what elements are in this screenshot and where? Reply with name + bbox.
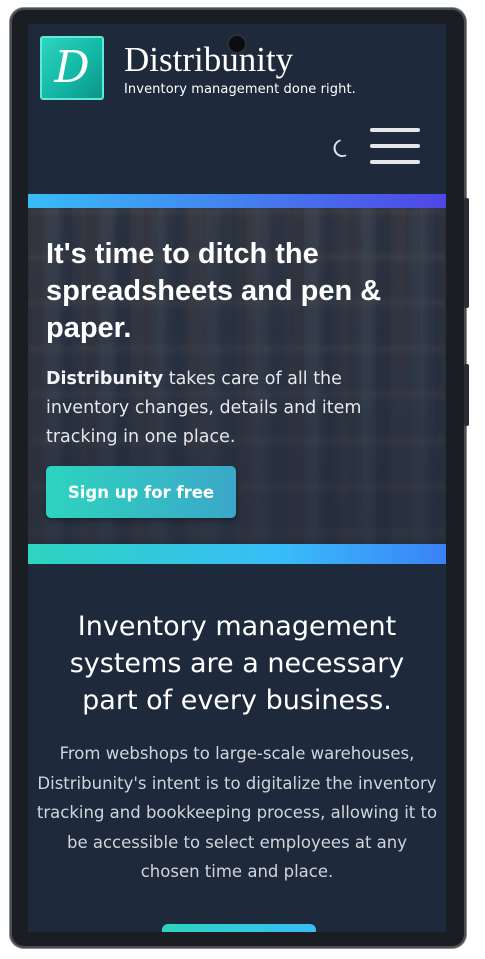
brand-name[interactable]: Distribunity: [124, 40, 293, 80]
screen: D Distribunity Inventory management done…: [28, 24, 446, 932]
logo[interactable]: D: [40, 36, 104, 100]
info-description: From webshops to large-scale warehouses,…: [36, 744, 438, 881]
hero-content: It's time to ditch the spreadsheets and …: [46, 236, 430, 452]
logo-letter: D: [54, 42, 90, 93]
hero-section: It's time to ditch the spreadsheets and …: [28, 208, 446, 544]
info-title: Inventory management systems are a neces…: [69, 611, 405, 716]
brand-tagline: Inventory management done right.: [124, 82, 356, 97]
menu-line: [370, 144, 420, 148]
hamburger-menu-icon[interactable]: [370, 128, 420, 164]
menu-line: [370, 160, 420, 164]
info-cta-button[interactable]: [162, 924, 316, 932]
moon-icon[interactable]: [330, 136, 354, 160]
volume-button: [464, 364, 469, 426]
front-camera: [229, 36, 245, 52]
power-button: [464, 198, 469, 308]
hero-top-accent-bar: [28, 194, 446, 208]
hero-description: Distribunity takes care of all the inven…: [46, 365, 430, 452]
hero-brand-strong: Distribunity: [46, 369, 164, 389]
sign-up-button[interactable]: Sign up for free: [46, 466, 236, 518]
hero-title: It's time to ditch the spreadsheets and …: [46, 238, 382, 344]
hero-bottom-accent-bar: [28, 544, 446, 564]
info-section: Inventory management systems are a neces…: [28, 564, 446, 932]
menu-line: [370, 128, 420, 132]
